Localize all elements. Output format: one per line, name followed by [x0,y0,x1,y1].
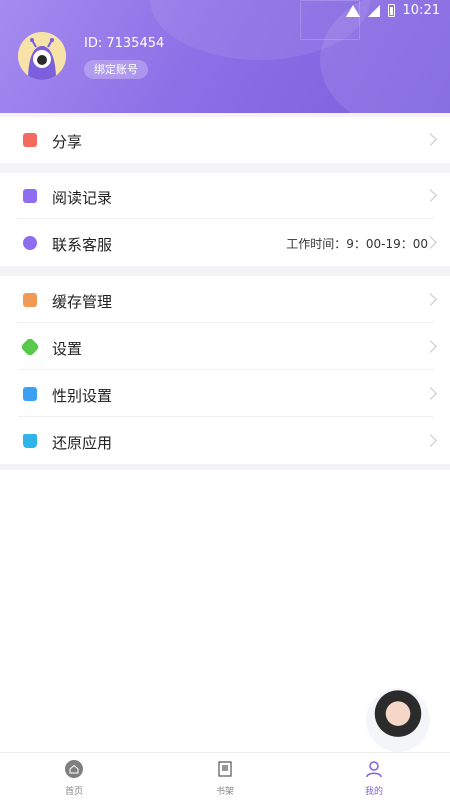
menu-item-label: 阅读记录 [52,189,113,207]
section-divider [0,464,450,470]
gift-icon [23,133,37,147]
tab-label: 首页 [64,787,83,797]
row-divider [18,218,434,219]
gender-icon [23,387,37,401]
storage-icon [23,293,37,307]
menu-item-customer-service[interactable]: 联系客服 工作时间：9：00-19：00 [0,220,450,266]
chat-icon [23,236,37,250]
menu-item-label: 联系客服 [52,236,113,254]
trash-icon [23,434,37,448]
status-time: 10:21 [402,3,440,18]
chevron-right-icon [424,133,437,146]
menu-item-settings[interactable]: 设置 [0,324,450,370]
menu-item-label: 缓存管理 [52,293,113,311]
menu-item-cache-management[interactable]: 缓存管理 [0,277,450,323]
battery-icon [387,4,395,17]
menu-item-label: 设置 [52,340,83,358]
section-divider [0,163,450,173]
tab-bookshelf[interactable]: 书架 [195,760,255,797]
chevron-right-icon [424,340,437,353]
menu-item-label: 分享 [52,133,83,151]
tab-label: 我的 [364,787,383,797]
row-divider [18,416,434,417]
tab-label: 书架 [215,787,234,797]
bind-account-button[interactable]: 绑定账号 [84,60,148,79]
tab-home[interactable]: 首页 [44,760,104,797]
row-divider [18,369,434,370]
menu-item-reading-history[interactable]: 阅读记录 [0,173,450,219]
service-hours: 工作时间：9：00-19：00 [286,237,428,251]
menu-item-label: 性别设置 [52,387,113,405]
chevron-right-icon [424,387,437,400]
monster-avatar-icon [18,32,66,80]
menu-item-restore-app[interactable]: 还原应用 [0,418,450,464]
chevron-right-icon [424,293,437,306]
row-divider [18,322,434,323]
menu-item-gender-settings[interactable]: 性别设置 [0,371,450,417]
status-bar: 10:21 [0,0,450,24]
home-icon [65,760,83,778]
user-icon [366,761,382,778]
settings-icon [20,337,40,357]
avatar[interactable] [18,32,66,80]
bookshelf-icon [218,761,232,777]
menu-item-label: 还原应用 [52,434,113,452]
tab-mine[interactable]: 我的 [344,760,404,797]
wifi-icon [346,5,360,17]
user-id: ID: 7135454 [84,36,165,51]
chevron-right-icon [424,434,437,447]
floating-support-avatar[interactable] [366,688,430,752]
profile-header: 10:21 ID: 7135454 绑定账号 [0,0,450,113]
signal-icon [367,4,380,17]
section-divider [0,266,450,276]
menu-item-share[interactable]: 分享 [0,117,450,163]
book-icon [23,189,37,203]
chevron-right-icon [424,189,437,202]
bottom-tab-bar: 首页 书架 我的 [0,752,450,800]
